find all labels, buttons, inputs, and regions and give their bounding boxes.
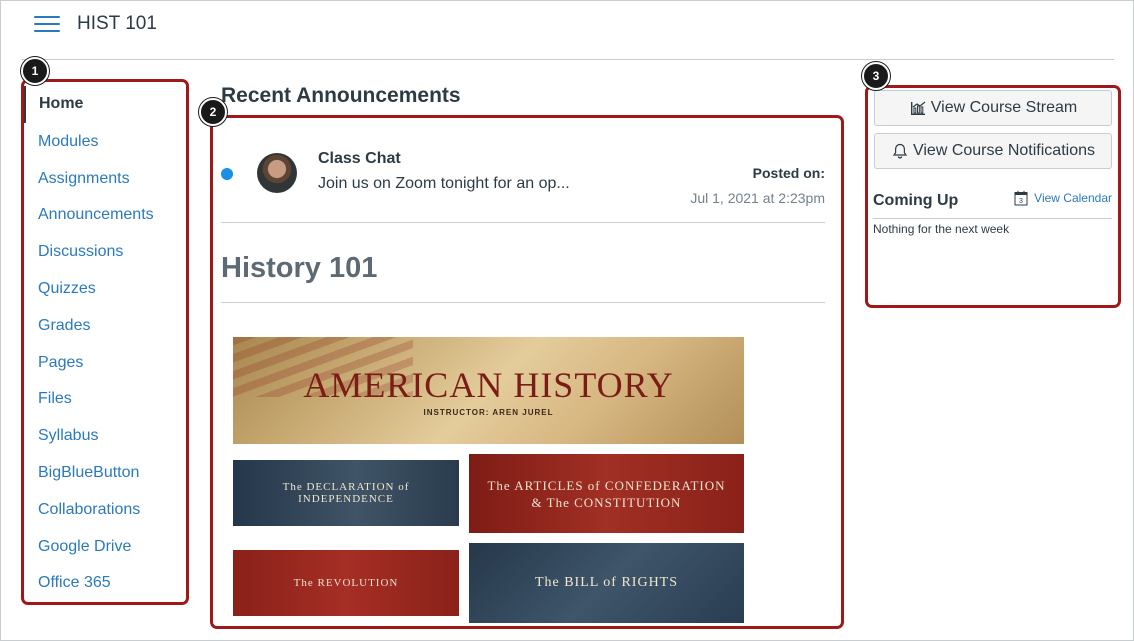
callout-badge-3: 3 <box>862 62 890 90</box>
callout-badge-2: 2 <box>199 98 227 126</box>
nav-item-files[interactable]: Files <box>24 380 186 417</box>
chart-icon <box>910 101 926 115</box>
coming-up-empty-text: Nothing for the next week <box>873 222 1010 236</box>
course-header: HIST 101 <box>0 0 1134 60</box>
posted-date: Jul 1, 2021 at 2:23pm <box>690 190 825 206</box>
hamburger-menu-icon[interactable] <box>34 14 60 34</box>
bill-of-rights-banner-link[interactable]: The BILL of RIGHTS <box>469 543 744 623</box>
bill-of-rights-banner-text: The BILL of RIGHTS <box>534 575 679 590</box>
nav-item-discussions[interactable]: Discussions <box>24 233 186 270</box>
coming-up-divider <box>873 218 1112 219</box>
announcement-item[interactable]: Class Chat Join us on Zoom tonight for a… <box>221 145 825 223</box>
banner-main-title: AMERICAN HISTORY <box>303 365 674 405</box>
view-course-stream-label: View Course Stream <box>930 99 1078 116</box>
view-calendar-label: View Calendar <box>1034 191 1112 205</box>
declaration-banner-text: The DECLARATION of INDEPENDENCE <box>282 481 410 505</box>
nav-item-syllabus[interactable]: Syllabus <box>24 417 186 454</box>
view-course-notifications-label: View Course Notifications <box>912 142 1095 159</box>
nav-item-modules[interactable]: Modules <box>24 123 186 160</box>
view-calendar-link[interactable]: 3 View Calendar <box>1014 190 1112 206</box>
callout-badge-1: 1 <box>21 57 49 85</box>
course-title[interactable]: HIST 101 <box>77 13 157 35</box>
nav-item-office-365[interactable]: Office 365 <box>24 564 186 601</box>
course-navigation: Home Modules Assignments Announcements D… <box>24 82 186 601</box>
view-course-stream-button[interactable]: View Course Stream <box>874 90 1112 126</box>
page-title-divider <box>221 302 825 303</box>
bell-icon <box>892 143 908 159</box>
articles-banner-text-line1: The ARTICLES of CONFEDERATION <box>487 477 726 493</box>
nav-item-collaborations[interactable]: Collaborations <box>24 491 186 528</box>
articles-banner-text-line2: & The CONSTITUTION <box>531 494 682 510</box>
nav-item-assignments[interactable]: Assignments <box>24 160 186 197</box>
declaration-banner-link[interactable]: The DECLARATION of INDEPENDENCE <box>233 460 459 526</box>
calendar-icon: 3 <box>1014 190 1028 206</box>
nav-item-grades[interactable]: Grades <box>24 307 186 344</box>
announcement-snippet: Join us on Zoom tonight for an op... <box>318 175 570 192</box>
nav-item-announcements[interactable]: Announcements <box>24 196 186 233</box>
avatar <box>257 153 297 193</box>
page-title: History 101 <box>221 252 378 284</box>
nav-item-bigbluebutton[interactable]: BigBlueButton <box>24 454 186 491</box>
view-course-notifications-button[interactable]: View Course Notifications <box>874 133 1112 169</box>
coming-up-heading: Coming Up <box>873 192 959 209</box>
announcement-title[interactable]: Class Chat <box>318 150 401 168</box>
header-divider <box>22 59 1114 60</box>
articles-banner-link[interactable]: The ARTICLES of CONFEDERATION & The CONS… <box>469 454 744 533</box>
announcement-divider <box>221 222 825 223</box>
banner-main-subtitle: INSTRUCTOR: AREN JUREL <box>423 408 554 417</box>
revolution-banner-link[interactable]: The REVOLUTION <box>233 550 459 616</box>
nav-item-google-drive[interactable]: Google Drive <box>24 528 186 565</box>
american-history-banner: AMERICAN HISTORY INSTRUCTOR: AREN JUREL <box>233 337 744 444</box>
calendar-icon-day: 3 <box>1019 198 1023 205</box>
posted-on-label: Posted on: <box>752 165 825 181</box>
nav-item-pages[interactable]: Pages <box>24 344 186 381</box>
unread-indicator-icon <box>221 168 233 180</box>
nav-item-home[interactable]: Home <box>24 86 186 123</box>
revolution-banner-text: The REVOLUTION <box>293 577 399 589</box>
recent-announcements-heading: Recent Announcements <box>221 84 461 107</box>
nav-item-quizzes[interactable]: Quizzes <box>24 270 186 307</box>
